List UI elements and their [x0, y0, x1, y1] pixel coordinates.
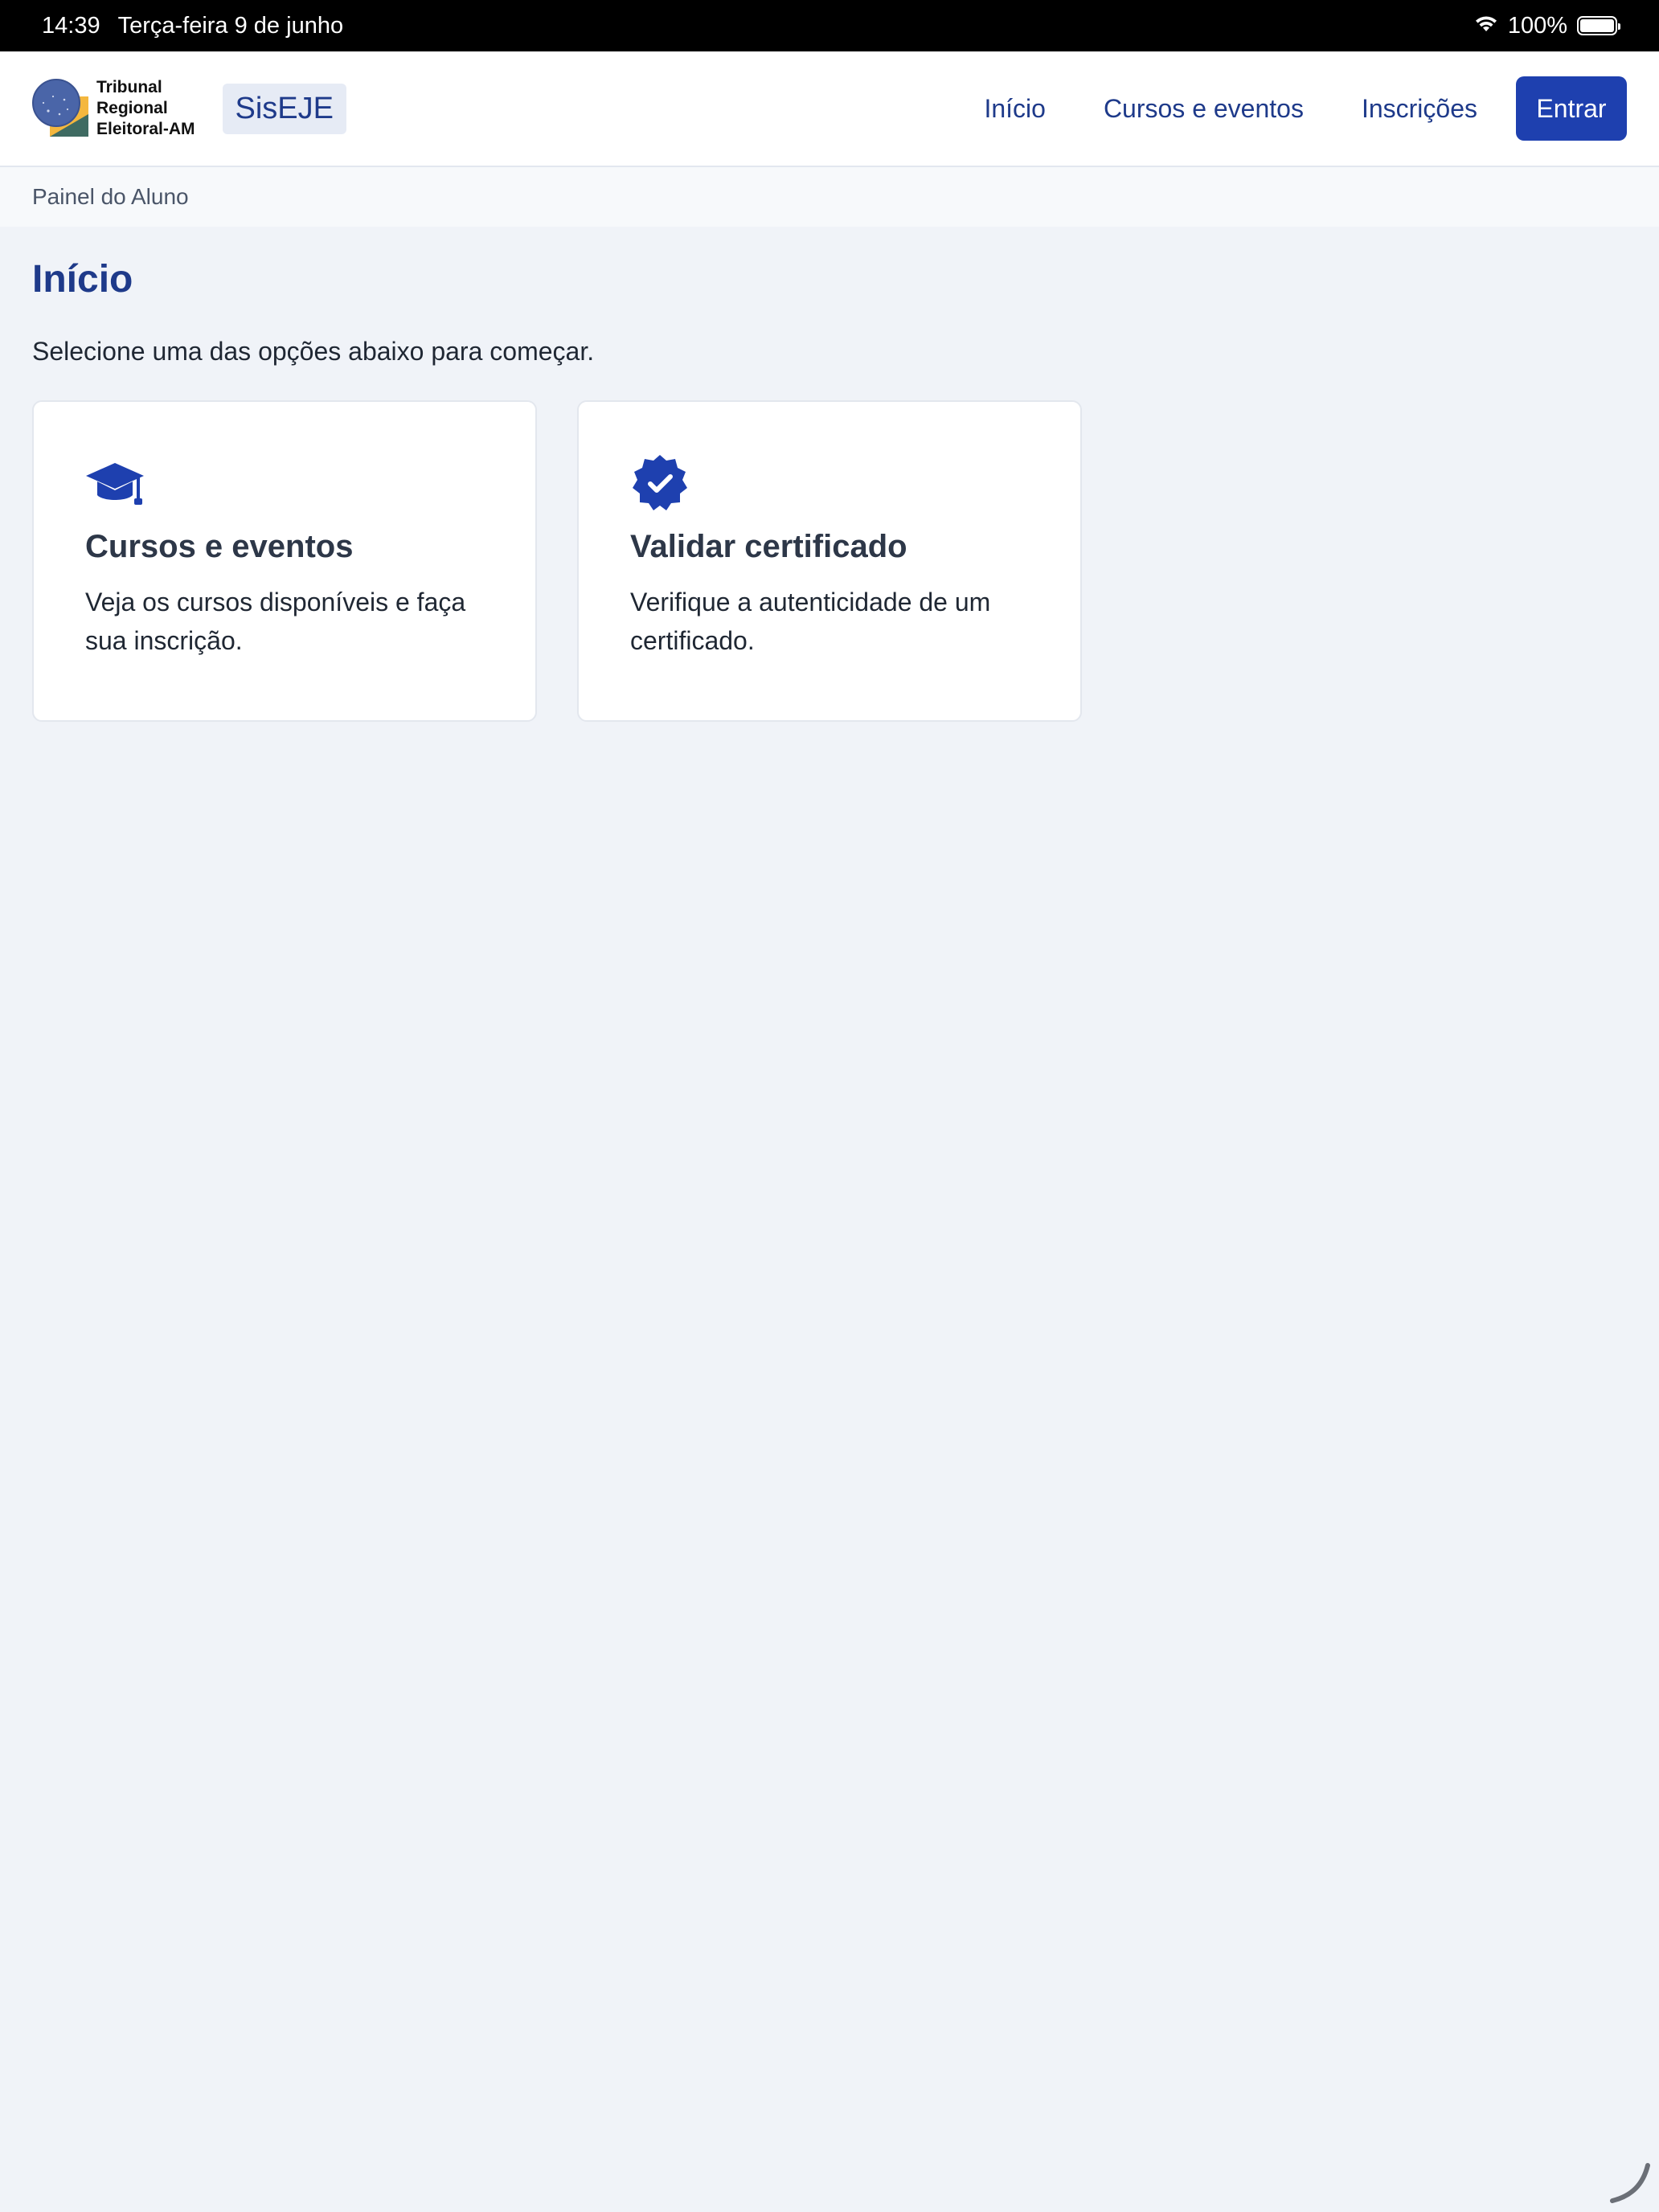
- navbar: Tribunal Regional Eleitoral-AM SisEJE In…: [0, 51, 1659, 167]
- page-title: Início: [32, 258, 133, 301]
- main-content: Início Selecione uma das opções abaixo p…: [32, 227, 1627, 722]
- tre-am-logo[interactable]: Tribunal Regional Eleitoral-AM: [32, 77, 195, 140]
- battery-icon: [1577, 16, 1620, 35]
- nav-link-inscricoes[interactable]: Inscrições: [1362, 94, 1477, 124]
- nav-link-cursos[interactable]: Cursos e eventos: [1104, 94, 1304, 124]
- tre-am-emblem-icon: [32, 79, 90, 138]
- page-subtitle: Selecione uma das opções abaixo para com…: [32, 337, 595, 366]
- verified-badge-icon: [630, 453, 690, 513]
- card-description: Verifique a autenticidade de um certific…: [630, 588, 991, 655]
- card-cursos-eventos[interactable]: Cursos e eventos Veja os cursos disponív…: [32, 400, 537, 722]
- breadcrumb: Painel do Aluno: [0, 167, 1659, 227]
- scroll-corner-icon: [1608, 2161, 1653, 2206]
- logo-line: Regional: [96, 99, 168, 117]
- option-cards: Cursos e eventos Veja os cursos disponív…: [32, 400, 1627, 722]
- wifi-icon: [1474, 13, 1498, 39]
- logo-line: Eleitoral-AM: [96, 120, 195, 138]
- breadcrumb-label: Painel do Aluno: [32, 184, 189, 209]
- status-date: Terça-feira 9 de junho: [117, 12, 344, 39]
- logo-line: Tribunal: [96, 78, 162, 96]
- status-bar: 14:39 Terça-feira 9 de junho 100%: [0, 0, 1659, 51]
- status-time: 14:39: [42, 12, 100, 39]
- app-name-badge[interactable]: SisEJE: [222, 83, 346, 134]
- logo-text: Tribunal Regional Eleitoral-AM: [96, 77, 195, 140]
- login-button[interactable]: Entrar: [1516, 76, 1627, 141]
- graduation-cap-icon: [85, 453, 145, 513]
- nav-link-inicio[interactable]: Início: [984, 94, 1045, 124]
- card-validar-certificado[interactable]: Validar certificado Verifique a autentic…: [577, 400, 1082, 722]
- main-nav: Início Cursos e eventos Inscrições Entra…: [984, 76, 1627, 141]
- battery-percentage: 100%: [1507, 12, 1567, 39]
- card-description: Veja os cursos disponíveis e faça sua in…: [85, 588, 466, 655]
- card-title: Validar certificado: [630, 529, 907, 564]
- card-title: Cursos e eventos: [85, 529, 354, 564]
